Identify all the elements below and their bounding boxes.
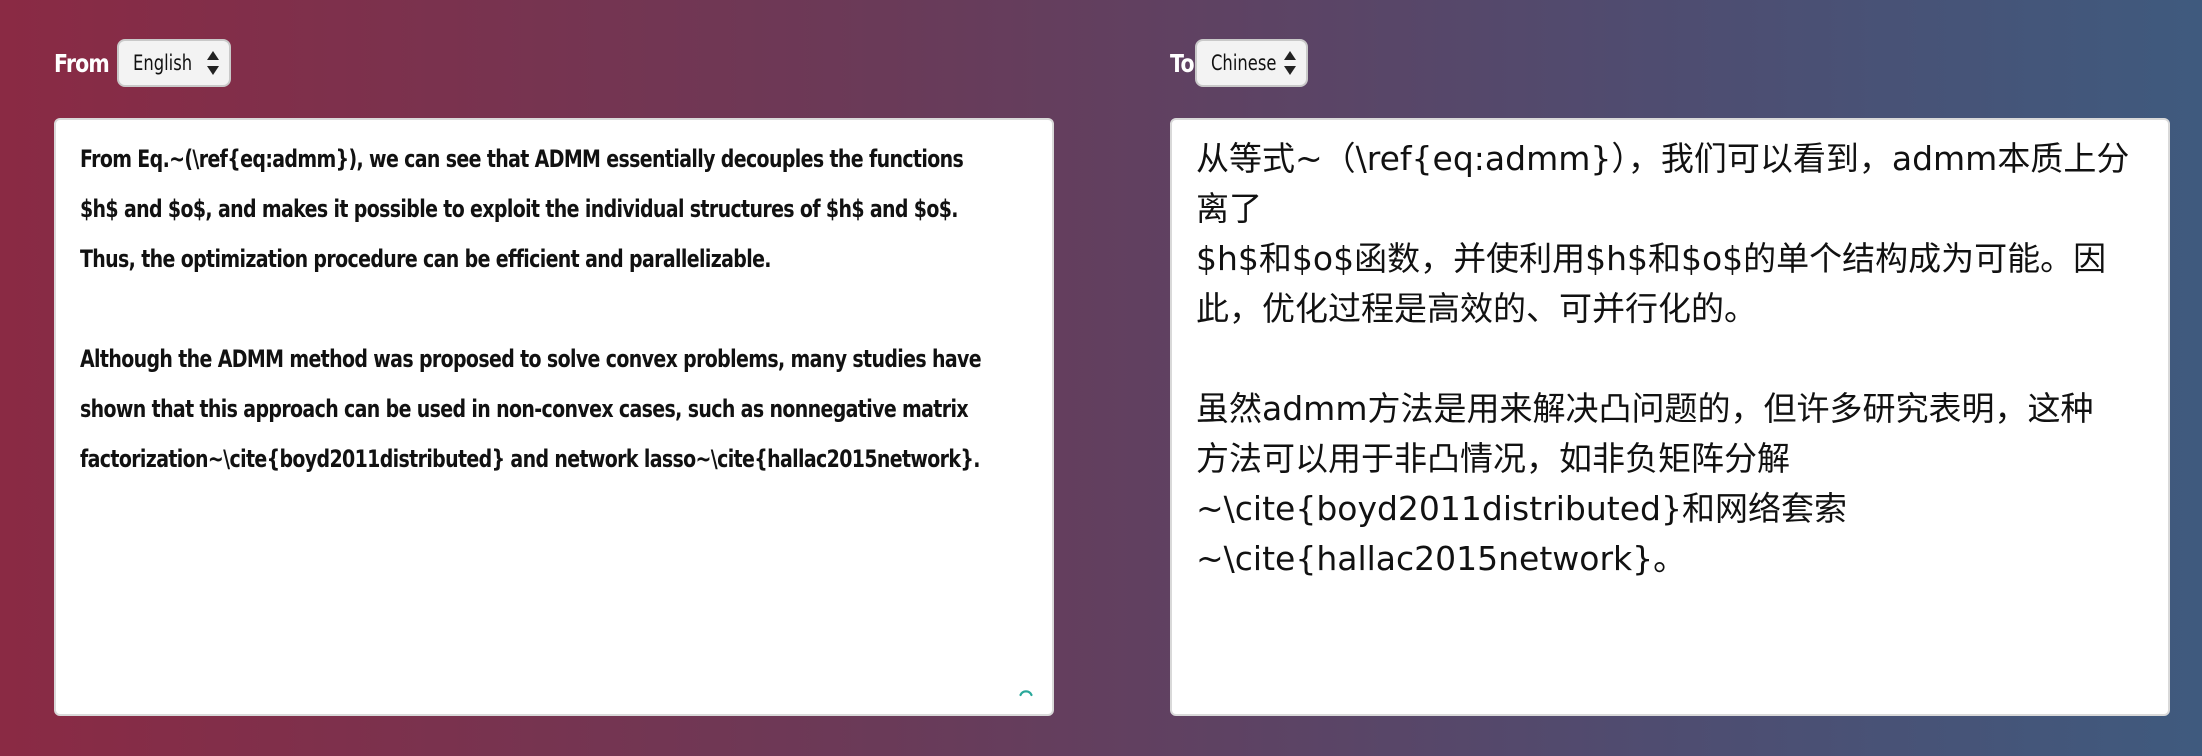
source-language-value: English <box>133 51 193 75</box>
target-language-row: To Chinese <box>1170 38 1308 88</box>
target-text-area[interactable]: 从等式~（\ref{eq:admm}），我们可以看到，admm本质上分离了 $h… <box>1170 118 2170 716</box>
updown-arrows-icon <box>207 51 220 75</box>
source-text-area[interactable]: From Eq.~(\ref{eq:admm}), we can see tha… <box>54 118 1054 716</box>
target-paragraph-1: 从等式~（\ref{eq:admm}），我们可以看到，admm本质上分离了 $h… <box>1196 139 2130 328</box>
to-label: To <box>1170 48 1195 78</box>
target-language-select[interactable]: Chinese <box>1194 39 1308 87</box>
updown-arrows-icon <box>1283 51 1296 75</box>
source-language-select[interactable]: English <box>117 39 232 87</box>
target-paragraph-2: 虽然admm方法是用来解决凸问题的，但许多研究表明，这种 方法可以用于非凸情况，… <box>1196 389 2094 578</box>
source-paragraph-1: From Eq.~(\ref{eq:admm}), we can see tha… <box>80 145 964 273</box>
source-language-row: From English <box>54 38 232 88</box>
source-paragraph-2: Although the ADMM method was proposed to… <box>80 345 982 473</box>
from-label: From <box>54 48 110 78</box>
spinner-icon <box>1019 690 1033 697</box>
target-language-value: Chinese <box>1210 51 1277 75</box>
